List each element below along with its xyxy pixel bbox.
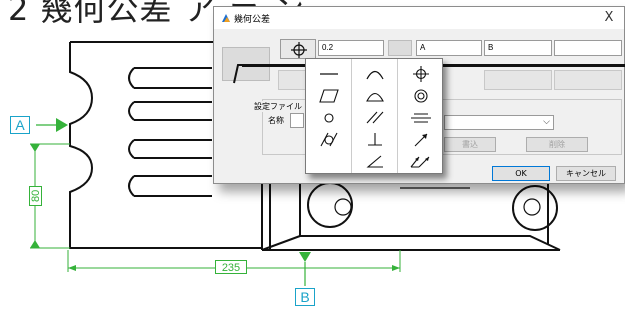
- datum-b-label: B: [295, 288, 315, 306]
- app-icon: [222, 14, 230, 22]
- row2-button-2[interactable]: [484, 70, 552, 90]
- name-input[interactable]: [290, 113, 304, 128]
- dimension-width-label: 235: [215, 260, 247, 274]
- circular-runout-icon[interactable]: [399, 130, 443, 149]
- ok-button[interactable]: OK: [492, 166, 550, 181]
- dialog-titlebar[interactable]: 幾何公差 X: [214, 7, 624, 29]
- tolerance-value-field[interactable]: 0.2: [318, 40, 384, 56]
- cylindricity-icon[interactable]: [307, 130, 351, 149]
- write-button[interactable]: 書込: [444, 137, 496, 152]
- modifier-button[interactable]: [388, 40, 412, 56]
- datum1-field[interactable]: A: [416, 40, 482, 56]
- angularity-icon[interactable]: [353, 152, 397, 171]
- parallelism-icon[interactable]: [353, 108, 397, 127]
- settings-combo[interactable]: ⌵: [444, 115, 554, 130]
- delete-button[interactable]: 削除: [526, 137, 588, 152]
- dialog-title: 幾何公差: [234, 15, 271, 25]
- cancel-button[interactable]: キャンセル: [556, 166, 616, 181]
- perpendicularity-icon[interactable]: [353, 130, 397, 149]
- dimension-height-label: 80: [29, 186, 42, 206]
- name-label: 名称: [268, 116, 284, 125]
- circularity-icon[interactable]: [307, 108, 351, 127]
- straightness-icon[interactable]: [307, 64, 351, 83]
- datum3-field[interactable]: [554, 40, 622, 56]
- row2-button-3[interactable]: [554, 70, 622, 90]
- total-runout-icon[interactable]: [399, 152, 443, 171]
- concentricity-icon[interactable]: [399, 86, 443, 105]
- position-icon[interactable]: [399, 64, 443, 83]
- surface-profile-icon[interactable]: [353, 86, 397, 105]
- flatness-icon[interactable]: [307, 86, 351, 105]
- chevron-down-icon: ⌵: [543, 117, 550, 127]
- datum2-field[interactable]: B: [484, 40, 552, 56]
- close-button[interactable]: X: [600, 9, 618, 27]
- tolerance-symbol-button[interactable]: [280, 39, 316, 59]
- datum-a-label: A: [10, 116, 30, 134]
- symmetry-icon[interactable]: [399, 108, 443, 127]
- tolerance-symbol-palette: [305, 58, 443, 174]
- settings-label: 設定ファイル: [254, 101, 302, 112]
- position-icon: [291, 42, 307, 58]
- line-profile-icon[interactable]: [353, 64, 397, 83]
